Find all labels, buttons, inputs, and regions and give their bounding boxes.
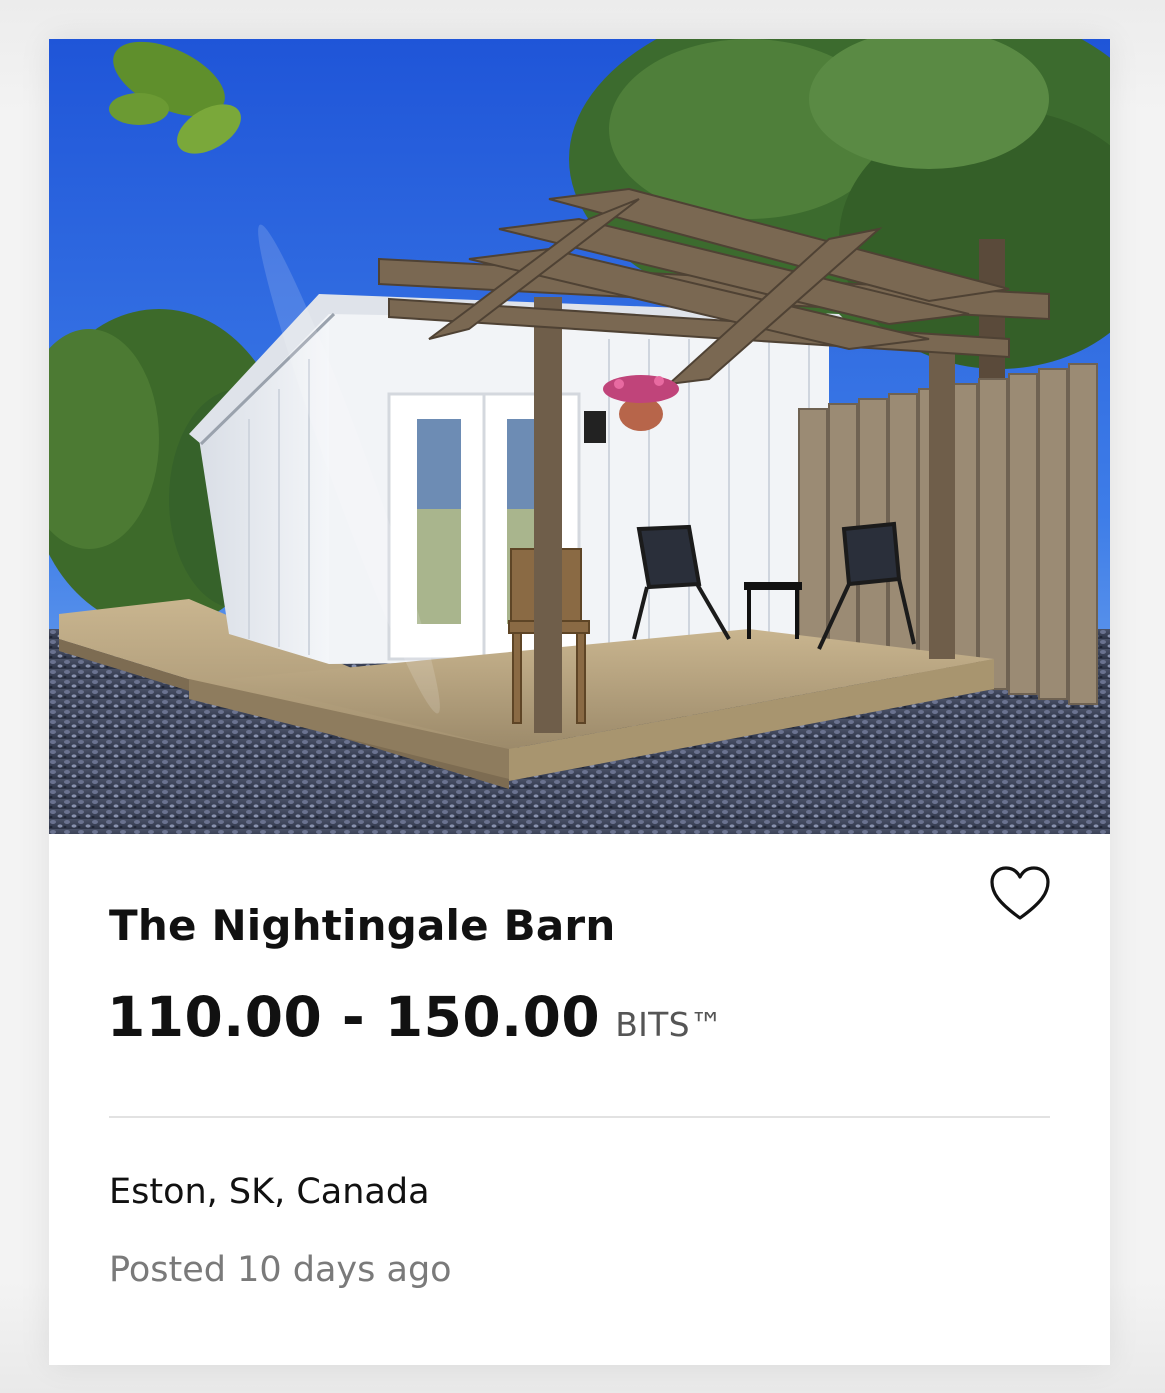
page: The Nightingale Barn 110.00 - 150.00 BIT… [0,0,1165,1393]
listing-photo[interactable] [49,39,1110,834]
divider [109,1116,1050,1118]
price-unit: BITS™ [615,1005,724,1044]
price: 110.00 - 150.00 BITS™ [107,985,723,1049]
favorite-button[interactable] [989,865,1051,923]
heart-outline-icon [990,866,1050,920]
price-range: 110.00 - 150.00 [107,985,601,1049]
listing-title[interactable]: The Nightingale Barn [109,901,615,950]
listing-location: Eston, SK, Canada [109,1172,430,1212]
posted-time: Posted 10 days ago [109,1250,452,1290]
listing-card[interactable]: The Nightingale Barn 110.00 - 150.00 BIT… [49,39,1110,1365]
